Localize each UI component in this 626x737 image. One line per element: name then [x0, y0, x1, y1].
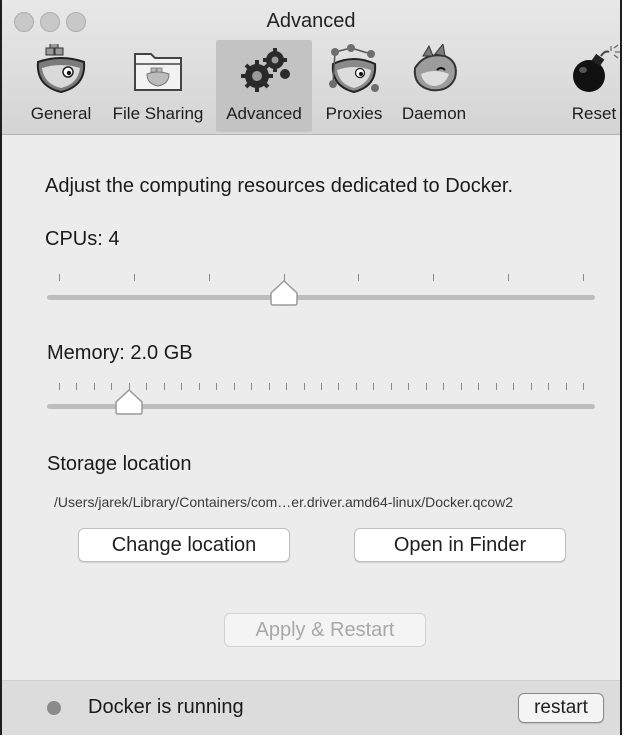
cpu-slider-tick [133, 274, 135, 281]
open-in-finder-button[interactable]: Open in Finder [354, 528, 566, 562]
memory-slider-tick [408, 383, 410, 390]
tab-proxies[interactable]: Proxies [316, 40, 392, 132]
memory-slider-tick [233, 383, 235, 390]
whale-icon [36, 44, 86, 94]
memory-slider-tick [478, 383, 480, 390]
memory-slider-tick [163, 383, 165, 390]
tab-daemon-label: Daemon [401, 104, 467, 123]
tab-general[interactable]: General [22, 40, 100, 132]
tab-proxies-label: Proxies [325, 104, 383, 123]
storage-path: /Users/jarek/Library/Containers/com…er.d… [54, 494, 514, 510]
network-whale-icon [329, 44, 379, 94]
toolbar: Advanced General File Sharing Advanced P… [2, 0, 620, 135]
memory-slider-tick [303, 383, 305, 390]
memory-slider-tick [443, 383, 445, 390]
cpu-slider[interactable] [47, 270, 595, 310]
cpu-slider-tick [583, 274, 584, 281]
tab-advanced-label: Advanced [226, 104, 302, 123]
window-title: Advanced [266, 10, 356, 32]
cpu-slider-track [47, 295, 595, 300]
tab-general-label: General [30, 104, 92, 123]
preferences-window: Advanced General File Sharing Advanced P… [0, 0, 622, 735]
status-bar: Docker is running restart [2, 680, 620, 735]
status-text: Docker is running [88, 696, 244, 718]
cpu-slider-tick [59, 274, 60, 281]
storage-heading: Storage location [47, 453, 192, 475]
tab-reset-label: Reset [571, 104, 617, 123]
memory-label: Memory: 2.0 GB [47, 342, 193, 364]
tab-daemon[interactable]: Daemon [394, 40, 474, 132]
memory-slider-tick [495, 383, 497, 390]
memory-slider-tick [59, 383, 60, 390]
cpu-label: CPUs: 4 [45, 228, 120, 250]
tab-reset[interactable]: Reset [564, 40, 620, 132]
memory-slider-tick [548, 383, 550, 390]
memory-slider[interactable] [47, 379, 595, 419]
gears-icon [241, 48, 290, 92]
cpu-slider-tick [508, 274, 510, 281]
description-text: Adjust the computing resources dedicated… [45, 175, 514, 197]
restart-button[interactable]: restart [518, 693, 604, 723]
cpu-slider-thumb[interactable] [269, 280, 298, 306]
memory-slider-tick [321, 383, 322, 390]
apply-restart-button[interactable]: Apply & Restart [224, 613, 426, 647]
memory-slider-tick [355, 383, 357, 390]
tab-file-sharing-label: File Sharing [112, 104, 204, 123]
memory-slider-tick [181, 383, 183, 390]
cpu-slider-tick [358, 274, 360, 281]
status-indicator-icon [47, 701, 61, 715]
memory-slider-tick [373, 383, 375, 390]
memory-slider-tick [146, 383, 148, 390]
memory-slider-tick [460, 383, 462, 390]
memory-slider-tick [93, 383, 95, 390]
cpu-slider-tick [208, 274, 210, 281]
memory-slider-tick [111, 383, 113, 390]
tab-file-sharing[interactable]: File Sharing [102, 40, 214, 132]
memory-slider-tick [286, 383, 288, 390]
memory-slider-tick [425, 383, 427, 390]
memory-slider-tick [338, 383, 340, 390]
change-location-button[interactable]: Change location [78, 528, 290, 562]
memory-slider-tick [565, 383, 567, 390]
memory-slider-tick [251, 383, 253, 390]
memory-slider-tick [530, 383, 532, 390]
dragon-icon [413, 44, 457, 92]
folder-icon [134, 53, 182, 91]
bomb-icon [573, 44, 620, 92]
memory-slider-tick [268, 383, 270, 390]
memory-slider-tick [198, 383, 200, 390]
tab-advanced[interactable]: Advanced [216, 40, 312, 132]
memory-slider-tick [76, 383, 78, 390]
memory-slider-thumb[interactable] [115, 389, 143, 415]
memory-slider-tick [390, 383, 392, 390]
memory-slider-tick [513, 383, 515, 390]
advanced-panel: Adjust the computing resources dedicated… [2, 135, 620, 680]
cpu-slider-tick [433, 274, 435, 281]
memory-slider-tick [583, 383, 584, 390]
memory-slider-tick [216, 383, 218, 390]
